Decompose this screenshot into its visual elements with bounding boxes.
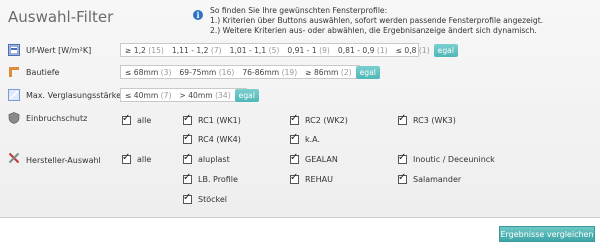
checkbox-checked-icon (290, 113, 299, 125)
bautiefe-label: Bautiefe (26, 68, 60, 77)
rehau-checkbox[interactable]: REHAU (290, 172, 333, 184)
info-line-1: So finden Sie Ihre gewünschten Fensterpr… (210, 6, 388, 15)
checkbox-checked-icon (398, 113, 407, 125)
checkbox-checked-icon (183, 113, 192, 125)
verglasung-label: Max. Verglasungsstärke (26, 91, 122, 100)
checkbox-checked-icon (183, 172, 192, 184)
checkbox-checked-icon (290, 172, 299, 184)
rc4-checkbox[interactable]: RC4 (WK4) (183, 132, 241, 144)
uf-filter-group: ≥ 1,2 (15) 1,11 - 1,2 (7) 1,01 - 1,1 (5)… (120, 43, 458, 57)
filter-panel: Auswahl-Filter i So finden Sie Ihre gewü… (0, 0, 600, 218)
aluplast-checkbox[interactable]: aluplast (183, 152, 230, 164)
verglasung-option-1[interactable]: ≤ 40mm (7) (121, 91, 175, 100)
bautiefe-option-1[interactable]: ≤ 68mm (3) (121, 68, 175, 77)
uf-option-4[interactable]: 0,91 - 1 (9) (283, 46, 334, 55)
bautiefe-filter-group: ≤ 68mm (3) 69-75mm (16) 76-86mm (19) ≥ 8… (120, 65, 380, 79)
compare-results-button[interactable]: Ergebnisse vergleichen (499, 226, 595, 242)
hersteller-label: Hersteller-Auswahl (26, 156, 101, 165)
rc3-checkbox[interactable]: RC3 (WK3) (398, 113, 456, 125)
uf-option-5[interactable]: 0,81 - 0,9 (1) (334, 46, 392, 55)
verglasung-egal-button[interactable]: egal (234, 88, 259, 102)
salamander-checkbox[interactable]: Salamander (398, 172, 461, 184)
rc2-checkbox[interactable]: RC2 (WK2) (290, 113, 348, 125)
checkbox-checked-icon (290, 132, 299, 144)
uf-option-1[interactable]: ≥ 1,2 (15) (121, 46, 168, 55)
profile-depth-icon (9, 67, 19, 77)
bautiefe-option-4[interactable]: ≥ 86mm (2) (301, 68, 355, 77)
gealan-checkbox[interactable]: GEALAN (290, 152, 338, 164)
checkbox-checked-icon (183, 192, 192, 204)
einbruchschutz-alle-checkbox[interactable]: alle (122, 113, 151, 125)
lb-profile-checkbox[interactable]: LB. Profile (183, 172, 238, 184)
info-line-2: 1.) Kriterien über Buttons auswählen, so… (210, 16, 544, 25)
checkbox-checked-icon (122, 113, 131, 125)
window-icon (8, 44, 20, 56)
checkbox-checked-icon (398, 172, 407, 184)
info-icon: i (193, 10, 203, 20)
stoeckel-checkbox[interactable]: Stöckel (183, 192, 227, 204)
hersteller-alle-checkbox[interactable]: alle (122, 152, 151, 164)
checkbox-checked-icon (183, 132, 192, 144)
checkbox-checked-icon (290, 152, 299, 164)
uf-option-6[interactable]: ≤ 0,8 (1) (392, 46, 434, 55)
uf-label: Uf-Wert [W/m²K] (26, 46, 92, 55)
ka-checkbox[interactable]: k.A. (290, 132, 320, 144)
panel-title: Auswahl-Filter (8, 8, 114, 26)
glazing-icon (8, 89, 20, 101)
verglasung-option-2[interactable]: > 40mm (34) (175, 91, 234, 100)
bautiefe-option-3[interactable]: 76-86mm (19) (238, 68, 301, 77)
bautiefe-egal-button[interactable]: egal (355, 65, 380, 79)
info-line-3: 2.) Weitere Kriterien aus- oder abwählen… (210, 26, 537, 35)
bautiefe-option-2[interactable]: 69-75mm (16) (175, 68, 238, 77)
verglasung-filter-group: ≤ 40mm (7) > 40mm (34) egal (120, 88, 259, 102)
checkbox-checked-icon (122, 152, 131, 164)
inoutic-checkbox[interactable]: Inoutic / Deceuninck (398, 152, 495, 164)
rc1-checkbox[interactable]: RC1 (WK1) (183, 113, 241, 125)
uf-option-2[interactable]: 1,11 - 1,2 (7) (168, 46, 226, 55)
uf-option-3[interactable]: 1,01 - 1,1 (5) (226, 46, 284, 55)
checkbox-checked-icon (398, 152, 407, 164)
checkbox-checked-icon (183, 152, 192, 164)
info-text: So finden Sie Ihre gewünschten Fensterpr… (210, 6, 543, 36)
uf-egal-button[interactable]: egal (433, 43, 458, 57)
shield-icon (8, 112, 20, 124)
tools-icon (8, 152, 20, 164)
einbruchschutz-label: Einbruchschutz (26, 114, 88, 123)
